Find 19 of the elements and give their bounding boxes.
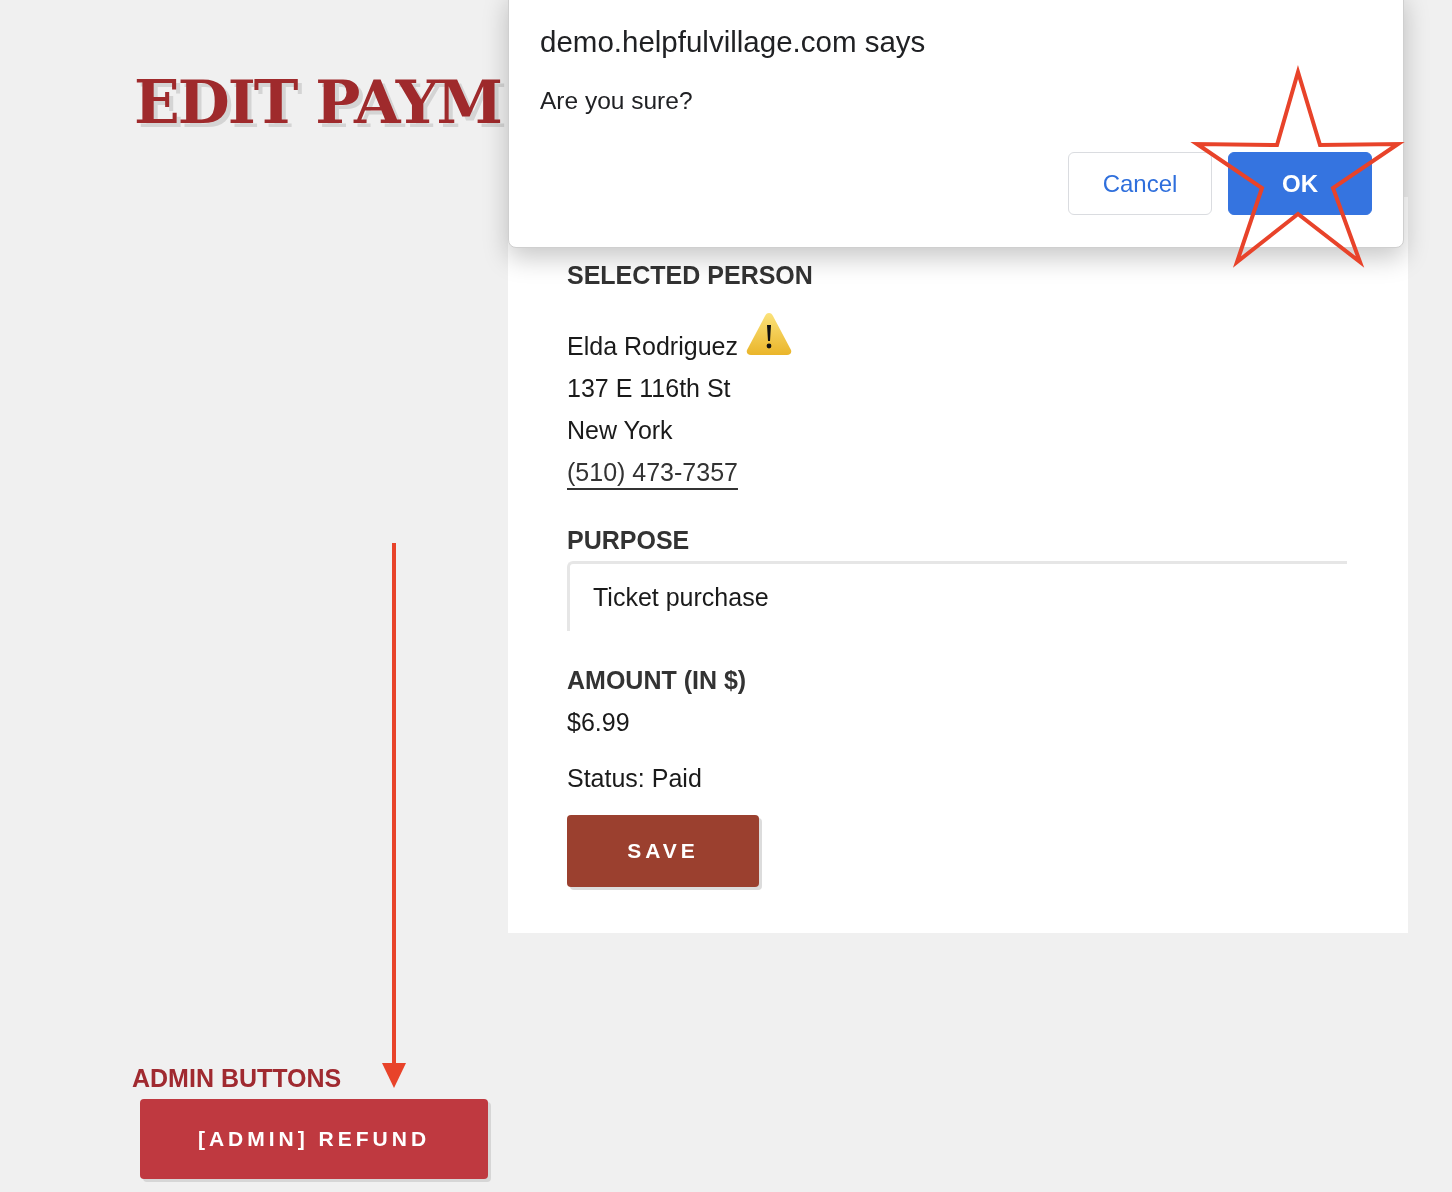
section-label: SELECTED PERSON: [567, 260, 813, 290]
purpose-input[interactable]: Ticket purchase: [567, 561, 1347, 631]
dialog-message: Are you sure?: [540, 86, 693, 116]
cancel-button[interactable]: Cancel: [1068, 152, 1212, 215]
save-button[interactable]: SAVE: [567, 815, 759, 887]
phone-link[interactable]: (510) 473-7357: [567, 451, 738, 493]
amount-value: $6.99: [567, 707, 630, 738]
refund-button[interactable]: [ADMIN] REFUND: [140, 1099, 488, 1179]
section-label: ADMIN BUTTONS: [132, 1063, 342, 1093]
ok-button[interactable]: OK: [1228, 152, 1372, 215]
field-label: AMOUNT (IN $): [567, 665, 747, 695]
city-text: New York: [567, 415, 673, 446]
address-text: 137 E 116th St: [567, 373, 731, 404]
field-label: PURPOSE: [567, 525, 690, 555]
star-outline-icon: [1192, 66, 1404, 268]
dialog-title: demo.helpfulvillage.com says: [540, 25, 926, 59]
status-text: Status: Paid: [567, 763, 702, 794]
page-title: EDIT PAYM: [134, 66, 501, 138]
person-name: Elda Rodriguez: [567, 331, 738, 362]
